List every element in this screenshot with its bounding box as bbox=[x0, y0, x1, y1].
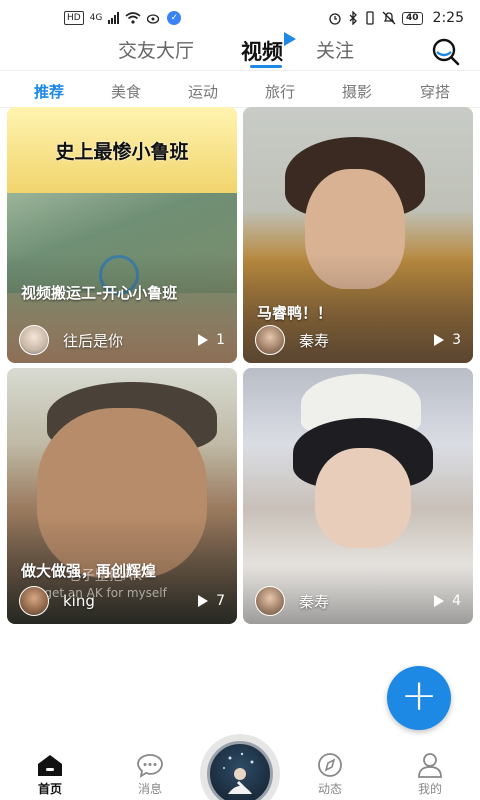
vibrate-icon bbox=[366, 11, 374, 25]
category-outfit[interactable]: 穿搭 bbox=[420, 81, 450, 102]
play-icon bbox=[434, 595, 445, 607]
nav-messages-label: 消息 bbox=[137, 782, 162, 796]
search-icon[interactable] bbox=[430, 36, 462, 68]
top-nav: 交友大厅 视频 关注 bbox=[0, 32, 480, 70]
video-card-footer: 秦寿 4 bbox=[255, 586, 461, 616]
nav-home-label: 首页 bbox=[37, 782, 62, 796]
chat-icon bbox=[137, 754, 163, 778]
author-name[interactable]: king bbox=[63, 592, 198, 610]
status-bar: HD 4G ✓ 40 2:25 bbox=[0, 0, 480, 36]
mute-icon bbox=[382, 11, 396, 25]
video-card-footer: 秦寿 3 bbox=[255, 325, 461, 355]
play-icon bbox=[198, 595, 209, 607]
author-name[interactable]: 往后是你 bbox=[63, 330, 198, 351]
author-avatar[interactable] bbox=[19, 325, 49, 355]
alarm-icon bbox=[329, 13, 341, 25]
play-count: 3 bbox=[452, 332, 461, 348]
add-post-button[interactable]: + bbox=[387, 666, 451, 730]
app-notify-icon: ✓ bbox=[167, 11, 182, 25]
video-card[interactable]: 秦寿 4 bbox=[243, 368, 473, 624]
tab-video[interactable]: 视频 bbox=[241, 36, 283, 66]
cover-text: 史上最惨小鲁班 bbox=[55, 140, 189, 163]
hd-icon: HD bbox=[64, 11, 84, 25]
tab-dating-hall[interactable]: 交友大厅 bbox=[118, 36, 194, 63]
active-tab-underline bbox=[250, 65, 282, 68]
nav-feed-label: 动态 bbox=[317, 782, 342, 796]
tab-follow[interactable]: 关注 bbox=[316, 36, 354, 63]
status-bar-left: HD 4G ✓ bbox=[64, 11, 182, 25]
weibo-icon bbox=[147, 14, 160, 24]
nav-profile-label: 我的 bbox=[417, 782, 442, 796]
bottom-nav: 首页 消息 动态 我的 bbox=[0, 734, 480, 800]
clock: 2:25 bbox=[432, 10, 464, 26]
bluetooth-icon bbox=[349, 11, 357, 25]
battery-icon: 40 bbox=[402, 11, 423, 25]
video-title: 视频搬运工-开心小鲁班 bbox=[21, 284, 178, 302]
play-icon bbox=[198, 334, 209, 346]
video-card[interactable]: 马睿鸭！！ 秦寿 3 bbox=[243, 107, 473, 363]
play-count: 4 bbox=[452, 593, 461, 609]
category-travel[interactable]: 旅行 bbox=[265, 81, 295, 102]
author-avatar[interactable] bbox=[255, 586, 285, 616]
video-card[interactable]: 史上最惨小鲁班 视频搬运工-开心小鲁班 往后是你 1 bbox=[7, 107, 237, 363]
category-recommend[interactable]: 推荐 bbox=[34, 81, 64, 102]
play-count: 1 bbox=[216, 332, 225, 348]
category-photography[interactable]: 摄影 bbox=[342, 81, 372, 102]
home-icon bbox=[38, 755, 62, 776]
video-card-footer: 往后是你 1 bbox=[19, 325, 225, 355]
category-tabs: 推荐 美食 运动 旅行 摄影 穿搭 bbox=[0, 70, 480, 108]
play-count: 7 bbox=[216, 593, 225, 609]
author-avatar[interactable] bbox=[19, 586, 49, 616]
nav-publish[interactable] bbox=[200, 734, 280, 800]
network-type-label: 4G bbox=[89, 13, 103, 23]
play-icon bbox=[434, 334, 445, 346]
status-bar-right: 40 2:25 bbox=[328, 10, 464, 26]
video-title: 做大做强，再创辉煌 bbox=[21, 562, 157, 580]
signal-icon bbox=[108, 12, 120, 24]
nav-home[interactable]: 首页 bbox=[20, 752, 80, 797]
video-title: 马睿鸭！！ bbox=[257, 304, 333, 322]
author-avatar[interactable] bbox=[255, 325, 285, 355]
nav-feed[interactable]: 动态 bbox=[300, 752, 360, 797]
nav-messages[interactable]: 消息 bbox=[120, 752, 180, 797]
cover-banner: 史上最惨小鲁班 bbox=[7, 107, 237, 193]
user-icon bbox=[418, 753, 442, 778]
video-card-footer: king 7 bbox=[19, 586, 225, 616]
plus-icon: + bbox=[400, 670, 438, 721]
video-card[interactable]: 老子整把AK I'll get an AK for myself 做大做强，再创… bbox=[7, 368, 237, 624]
category-food[interactable]: 美食 bbox=[111, 81, 141, 102]
author-name[interactable]: 秦寿 bbox=[299, 330, 434, 351]
compass-icon bbox=[318, 753, 342, 777]
publish-avatar-icon bbox=[207, 741, 273, 800]
author-name[interactable]: 秦寿 bbox=[299, 591, 434, 612]
wifi-icon bbox=[125, 12, 141, 24]
nav-profile[interactable]: 我的 bbox=[400, 752, 460, 797]
category-sports[interactable]: 运动 bbox=[188, 81, 218, 102]
video-tab-flag-icon bbox=[284, 32, 296, 46]
